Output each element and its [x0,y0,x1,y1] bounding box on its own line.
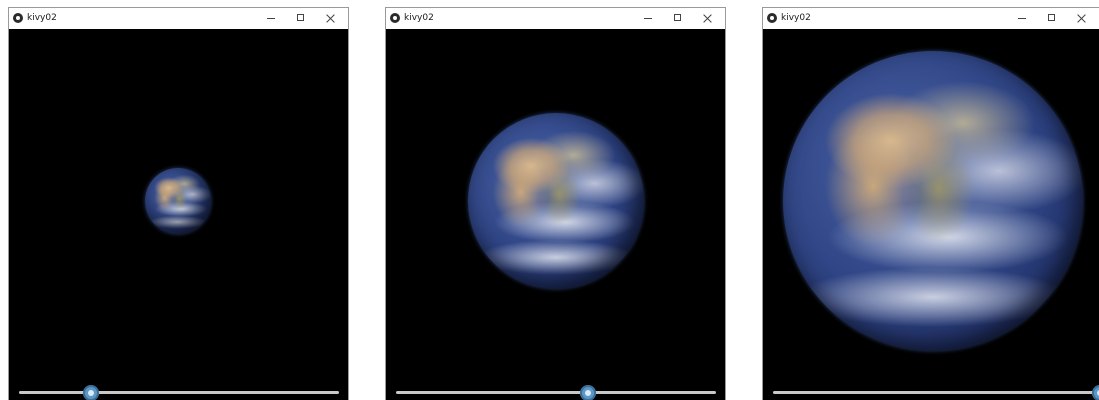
earth-image [783,51,1083,351]
kivy-logo-icon [390,13,400,23]
close-button[interactable] [693,8,723,29]
maximize-button[interactable] [663,8,693,29]
zoom-slider[interactable] [396,385,716,400]
slider-track[interactable] [19,391,339,394]
minimize-icon [644,18,652,19]
minimize-icon [267,18,275,19]
zoom-slider[interactable] [19,385,339,400]
slider-thumb[interactable] [1092,385,1099,400]
minimize-button[interactable] [633,8,663,29]
minimize-icon [1018,18,1026,19]
window-title: kivy02 [404,13,434,23]
screenshot-stage: kivy02 kivy02 kivy02 [0,0,1099,400]
close-icon [703,12,713,24]
close-button[interactable] [316,8,346,29]
image-canvas [386,29,725,400]
maximize-button[interactable] [286,8,316,29]
minimize-button[interactable] [256,8,286,29]
zoom-slider[interactable] [773,385,1099,400]
title-bar[interactable]: kivy02 [386,8,725,30]
maximize-button[interactable] [1037,8,1067,29]
close-button[interactable] [1067,8,1097,29]
earth-image [145,168,211,234]
slider-track[interactable] [773,391,1099,394]
kivy-logo-icon [13,13,23,23]
image-canvas [9,29,348,400]
minimize-button[interactable] [1007,8,1037,29]
window-title: kivy02 [781,13,811,23]
app-window-3: kivy02 [762,7,1099,400]
app-window-1: kivy02 [8,7,349,400]
image-canvas [763,29,1099,400]
kivy-logo-icon [767,13,777,23]
slider-thumb[interactable] [580,385,596,400]
close-icon [326,12,336,24]
close-icon [1077,12,1087,24]
slider-track[interactable] [396,391,716,394]
title-bar[interactable]: kivy02 [9,8,348,30]
earth-image [468,113,644,289]
maximize-icon [1048,14,1055,21]
maximize-icon [297,14,304,21]
app-window-2: kivy02 [385,7,726,400]
window-title: kivy02 [27,13,57,23]
title-bar[interactable]: kivy02 [763,8,1099,30]
maximize-icon [674,14,681,21]
slider-thumb[interactable] [83,385,99,400]
